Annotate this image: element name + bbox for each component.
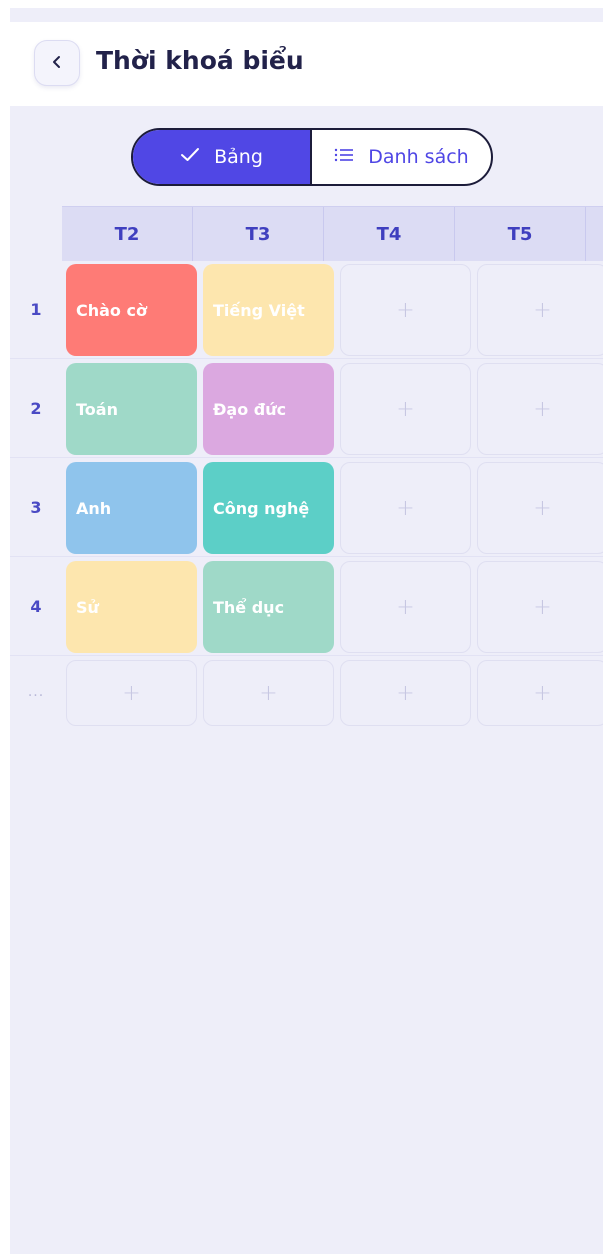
- list-icon: [334, 146, 354, 168]
- more-periods-label: ...: [27, 684, 45, 700]
- subject-cell[interactable]: Toán: [66, 363, 197, 455]
- timetable-grid: T2 T3 T4 T5 1 Chào cờ Tiếng Việt + +2 Toán Đạo đứ…: [10, 206, 603, 736]
- period-label: 1: [30, 300, 42, 319]
- plus-icon: +: [396, 495, 415, 521]
- plus-icon: +: [533, 297, 552, 323]
- plus-icon: +: [122, 680, 141, 706]
- row-divider: [10, 457, 603, 458]
- day-header-row: T2 T3 T4 T5: [62, 206, 603, 261]
- add-subject-cell[interactable]: +: [477, 264, 603, 356]
- subject-cell[interactable]: Sử: [66, 561, 197, 653]
- day-header-t2: T2: [62, 207, 193, 261]
- view-toggle: Bảng Danh sách: [131, 128, 493, 186]
- top-app-bar: Thời khoá biểu: [10, 22, 603, 106]
- day-header-t5: T5: [455, 207, 586, 261]
- table-view-button[interactable]: Bảng: [133, 130, 312, 184]
- plus-icon: +: [259, 680, 278, 706]
- plus-icon: +: [533, 680, 552, 706]
- status-bar-area: [10, 8, 603, 22]
- subject-cell[interactable]: Tiếng Việt: [203, 264, 334, 356]
- subject-cell[interactable]: Anh: [66, 462, 197, 554]
- back-button[interactable]: [34, 40, 80, 86]
- row-divider: [10, 655, 603, 656]
- add-subject-cell[interactable]: +: [66, 660, 197, 726]
- subject-cell[interactable]: Chào cờ: [66, 264, 197, 356]
- add-subject-cell[interactable]: +: [340, 660, 471, 726]
- add-subject-cell[interactable]: +: [477, 660, 603, 726]
- subject-cell[interactable]: Đạo đức: [203, 363, 334, 455]
- list-view-button[interactable]: Danh sách: [312, 130, 491, 184]
- plus-icon: +: [396, 680, 415, 706]
- chevron-left-icon: [50, 54, 64, 73]
- row-divider: [10, 358, 603, 359]
- row-divider: [10, 556, 603, 557]
- add-subject-cell[interactable]: +: [477, 561, 603, 653]
- add-subject-cell[interactable]: +: [340, 561, 471, 653]
- plus-icon: +: [533, 495, 552, 521]
- plus-icon: +: [396, 396, 415, 422]
- period-label: 3: [30, 498, 42, 517]
- checkmark-icon: [180, 146, 200, 168]
- add-subject-cell[interactable]: +: [340, 264, 471, 356]
- plus-icon: +: [396, 594, 415, 620]
- add-subject-cell[interactable]: +: [477, 363, 603, 455]
- add-subject-cell[interactable]: +: [340, 363, 471, 455]
- period-label: 2: [30, 399, 42, 418]
- add-subject-cell[interactable]: +: [477, 462, 603, 554]
- day-header-t4: T4: [324, 207, 455, 261]
- subject-cell[interactable]: Thể dục: [203, 561, 334, 653]
- screen: Thời khoá biểu Bảng Danh sách T2 T3 T4 T5 1…: [10, 8, 603, 1254]
- plus-icon: +: [533, 396, 552, 422]
- plus-icon: +: [533, 594, 552, 620]
- list-view-label: Danh sách: [368, 146, 469, 168]
- table-view-label: Bảng: [214, 146, 263, 168]
- day-header-t3: T3: [193, 207, 324, 261]
- add-subject-cell[interactable]: +: [203, 660, 334, 726]
- plus-icon: +: [396, 297, 415, 323]
- add-subject-cell[interactable]: +: [340, 462, 471, 554]
- period-label: 4: [30, 597, 42, 616]
- page-title: Thời khoá biểu: [96, 46, 304, 75]
- subject-cell[interactable]: Công nghệ: [203, 462, 334, 554]
